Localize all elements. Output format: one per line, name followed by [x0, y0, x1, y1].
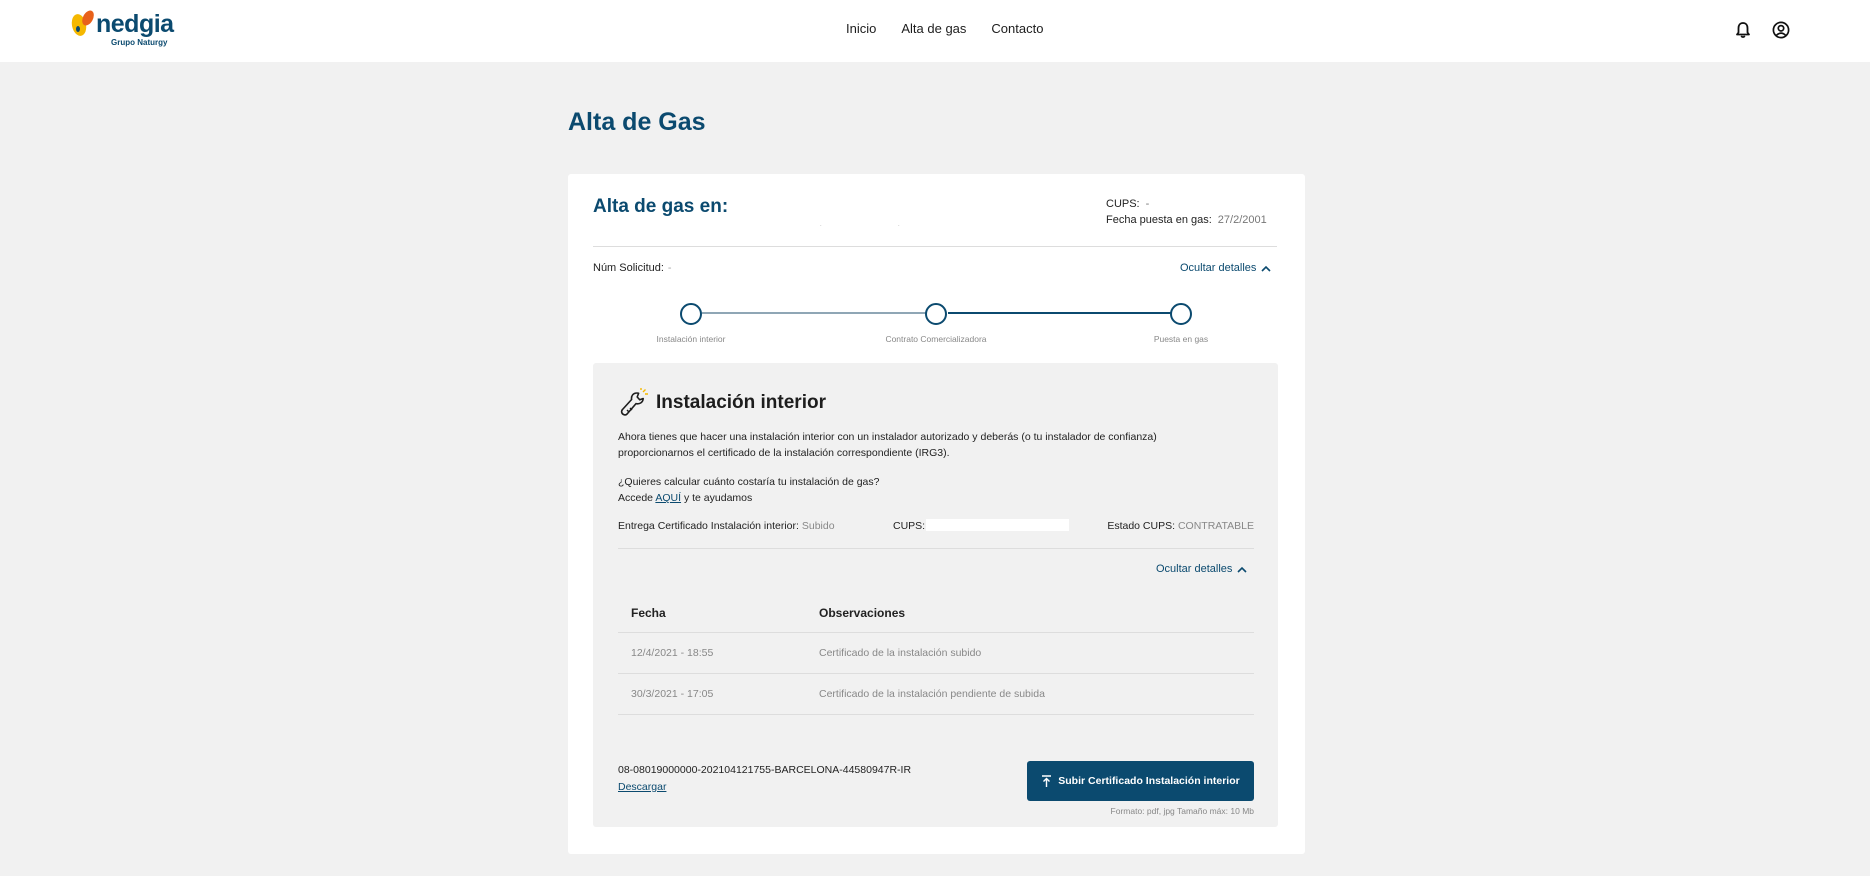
page-title: Alta de Gas: [568, 108, 706, 136]
step-circle-instalacion[interactable]: [680, 303, 702, 325]
estado-cups: Estado CUPS: CONTRATABLE: [1107, 520, 1254, 532]
user-circle-icon[interactable]: [1771, 20, 1791, 40]
logo-subtitle: Grupo Naturgy: [111, 38, 168, 47]
aqui-link[interactable]: AQUÍ: [655, 492, 681, 504]
top-bar: nedgia Grupo Naturgy Inicio Alta de gas …: [0, 0, 1870, 62]
descargar-link[interactable]: Descargar: [618, 781, 666, 793]
entrega-value: Subido: [801, 520, 835, 532]
fecha-label: Fecha puesta en gas:: [1106, 214, 1212, 226]
entrega-label: Entrega Certificado Instalación interior…: [618, 520, 799, 532]
certificate-filename: 08-08019000000-202104121755-BARCELONA-44…: [618, 764, 912, 776]
divider: [618, 548, 1254, 549]
panel-cups-label: CUPS:: [893, 520, 926, 532]
panel-ocultar-detalles-toggle[interactable]: Ocultar detalles: [1156, 563, 1248, 575]
panel-title: Instalación interior: [656, 392, 826, 413]
header-observaciones: Observaciones: [819, 605, 906, 620]
cups-value-field: [926, 519, 1069, 531]
calculator-prompt: ¿Quieres calcular cuánto costaría tu ins…: [618, 474, 1218, 506]
divider: [593, 246, 1277, 247]
observaciones-table: Fecha Observaciones 12/4/2021 - 18:55 Ce…: [618, 593, 1254, 715]
ocultar-detalles-toggle[interactable]: Ocultar detalles: [1180, 262, 1272, 274]
chevron-up-icon: [1261, 265, 1272, 272]
upload-icon: [1042, 774, 1052, 787]
step-label-contrato: Contrato Comercializadora: [885, 334, 987, 344]
step-circle-puesta[interactable]: [1170, 303, 1192, 325]
estado-value: CONTRATABLE: [1177, 520, 1254, 532]
num-solicitud: Núm Solicitud: -: [593, 262, 672, 274]
row-observacion: Certificado de la instalación pendiente …: [819, 688, 1045, 700]
table-row: 12/4/2021 - 18:55 Certificado de la inst…: [618, 633, 1254, 674]
nedgia-logo[interactable]: nedgia Grupo Naturgy: [70, 6, 180, 52]
description-line-1: Ahora tienes que hacer una instalación i…: [618, 431, 1157, 443]
cups-label: CUPS:: [1106, 198, 1140, 210]
wrench-icon: [620, 388, 648, 416]
main-nav: Inicio Alta de gas Contacto: [846, 21, 1043, 36]
chevron-up-icon: [1237, 566, 1248, 573]
num-solicitud-label: Núm Solicitud:: [593, 262, 664, 274]
estado-label: Estado CUPS:: [1107, 520, 1176, 532]
fecha-value: 27/2/2001: [1217, 214, 1267, 226]
alta-card: Alta de gas en: .. CUPS: - Fecha puesta e…: [568, 174, 1305, 854]
panel-description: Ahora tienes que hacer una instalación i…: [618, 429, 1218, 461]
row-fecha: 30/3/2021 - 17:05: [631, 688, 714, 700]
toggle-label: Ocultar detalles: [1156, 563, 1233, 575]
toggle-label: Ocultar detalles: [1180, 262, 1257, 274]
table-row: 30/3/2021 - 17:05 Certificado de la inst…: [618, 674, 1254, 715]
logo-text: nedgia: [96, 10, 174, 38]
card-meta: CUPS: - Fecha puesta en gas: 27/2/2001: [1106, 196, 1267, 228]
calculator-question: ¿Quieres calcular cuánto costaría tu ins…: [618, 476, 880, 488]
upload-button-label: Subir Certificado Instalación interior: [1058, 775, 1240, 787]
card-title: Alta de gas en:: [593, 196, 729, 217]
nav-alta-de-gas[interactable]: Alta de gas: [901, 21, 966, 36]
nav-contacto[interactable]: Contacto: [991, 21, 1043, 36]
access-suffix: y te ayudamos: [683, 492, 753, 504]
row-fecha: 12/4/2021 - 18:55: [631, 647, 714, 659]
cups-value: -: [1145, 198, 1150, 210]
logo-mark-icon: [71, 10, 94, 36]
step-label-instalacion: Instalación interior: [656, 334, 726, 344]
num-solicitud-value: -: [667, 262, 672, 274]
address-redacted: ..: [820, 222, 900, 228]
nav-inicio[interactable]: Inicio: [846, 21, 876, 36]
bell-icon[interactable]: [1733, 20, 1753, 40]
table-header: Fecha Observaciones: [618, 593, 1254, 633]
instalacion-panel: Instalación interior Ahora tienes que ha…: [593, 363, 1278, 827]
step-label-puesta: Puesta en gas: [1153, 334, 1209, 344]
step-connector: [702, 312, 926, 314]
entrega-status: Entrega Certificado Instalación interior…: [618, 520, 835, 532]
format-note: Formato: pdf, jpg Tamaño máx: 10 Mb: [1110, 806, 1254, 816]
access-prefix: Accede: [618, 492, 654, 504]
step-circle-contrato[interactable]: [925, 303, 947, 325]
subir-certificado-button[interactable]: Subir Certificado Instalación interior: [1027, 761, 1254, 801]
row-observacion: Certificado de la instalación subido: [819, 647, 982, 659]
header-fecha: Fecha: [631, 605, 666, 620]
step-connector: [948, 312, 1172, 314]
description-line-2: proporcionarnos el certificado de la ins…: [618, 447, 950, 459]
